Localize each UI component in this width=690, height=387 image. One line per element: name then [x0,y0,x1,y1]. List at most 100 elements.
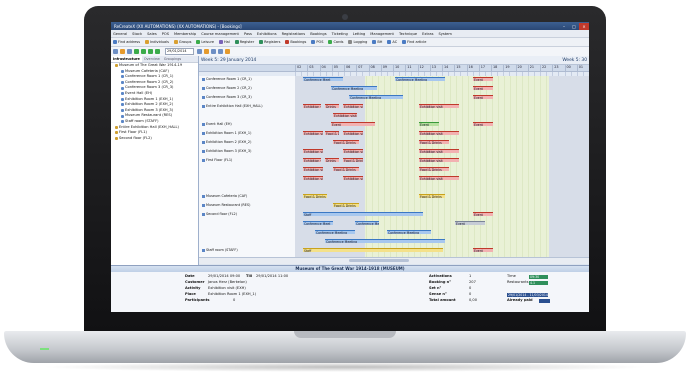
booking-bar[interactable]: Exhibition visit [343,176,363,180]
booking-bar[interactable]: Event [419,122,439,126]
menu-sales[interactable]: Sales [147,32,157,36]
booking-bar[interactable]: Conference Meeting [331,86,377,90]
resource-row[interactable] [199,175,295,181]
menu-system[interactable]: System [438,32,451,36]
booking-bar[interactable]: Exhibition visit [303,167,323,171]
booking-bar[interactable]: Conference Meet [303,77,343,81]
first-arrow-icon[interactable] [134,49,139,54]
booking-bar[interactable]: Conference Meeting [349,95,403,99]
menu-ticketing[interactable]: Ticketing [332,32,348,36]
menu-general[interactable]: General [113,32,127,36]
booking-bar[interactable]: Event [473,95,493,99]
pos-button[interactable]: POS [311,40,323,44]
resource-row[interactable]: First Floor (FL1) [199,157,295,163]
date-field[interactable]: 29/01/2014 [165,48,194,55]
find-article-button[interactable]: Find article [402,40,426,44]
register-button[interactable]: Register [234,40,254,44]
menu-exhibitions[interactable]: Exhibitions [257,32,277,36]
booking-bar[interactable]: Exhibition visit [333,113,357,117]
booking-bar[interactable]: Event [473,77,493,81]
booking-bar[interactable]: Exhibition visit [343,131,363,135]
booking-bar[interactable]: Exhibition visit [343,149,363,153]
booking-bar[interactable]: Exhibition visit [419,104,459,108]
menu-stock[interactable]: Stock [132,32,142,36]
bh-button[interactable]: BH [372,40,382,44]
registers-button[interactable]: Registers [259,40,280,44]
minimize-button[interactable]: – [559,23,569,30]
save-icon[interactable] [113,49,118,54]
close-button[interactable]: × [579,22,589,30]
last-arrow-icon[interactable] [155,49,160,54]
filter-icon[interactable] [204,49,209,54]
resource-row[interactable] [199,166,295,172]
menu-membership[interactable]: Membership [174,32,196,36]
booking-bar[interactable]: Food & Drinks [325,131,339,135]
menu-pos[interactable]: POS [162,32,169,36]
resource-row[interactable]: Conference Room 3 (CR_3) [199,94,295,100]
menu-pass[interactable]: Pass [244,32,252,36]
bookings-button[interactable]: Bookings [285,40,306,44]
booking-bar[interactable]: Event [473,212,493,216]
menu-management[interactable]: Management [370,32,394,36]
booking-bar[interactable]: Event [331,122,375,126]
menu-registrations[interactable]: Registrations [282,32,306,36]
tree-item[interactable]: Second floor (FL2) [111,136,198,142]
booking-bar[interactable]: Food & Drinks [419,140,449,144]
prev-arrow-icon[interactable] [141,49,146,54]
individuals-button[interactable]: Individuals [145,40,169,44]
menu-bookings[interactable]: Bookings [310,32,326,36]
resource-row[interactable]: Event Hall (EH) [199,121,295,127]
booking-bar[interactable]: Exhibition visit [419,158,459,162]
booking-bar[interactable]: Food & Drinks [303,194,327,198]
booking-bar[interactable]: Exhibition visit [343,104,363,108]
booking-bar[interactable]: Event [473,86,493,90]
booking-bar[interactable]: Exhibition visit [419,176,459,180]
next-arrow-icon[interactable] [148,49,153,54]
horizontal-scrollbar[interactable] [199,257,589,264]
menu-technique[interactable]: Technique [399,32,417,36]
zoom-icon[interactable] [197,49,202,54]
booking-bar[interactable]: Drinks [325,104,339,108]
ac-button[interactable]: AC [387,40,397,44]
planning-cells[interactable]: Conference Meet Conference Meeting Event Co… [295,76,589,257]
booking-bar[interactable]: Food & Drinks [333,203,359,207]
resource-row[interactable]: Staff room (STAFF) [199,247,295,253]
booking-bar[interactable]: Conference Meet [303,221,333,225]
booking-bar[interactable]: Food & Drinks [343,158,363,162]
booking-bar[interactable]: Staff [303,212,423,216]
booking-bar[interactable]: Exhibition visit [419,149,459,153]
menu-course-management[interactable]: Course management [201,32,239,36]
booking-bar[interactable]: Event [455,221,485,225]
scroll-thumb[interactable] [349,259,409,262]
resource-row[interactable] [199,238,295,244]
find-address-button[interactable]: Find address [113,40,140,44]
resource-row[interactable]: Second floor (FL2) [199,211,295,217]
calendar-icon[interactable] [127,49,132,54]
print-icon[interactable] [211,49,216,54]
booking-bar[interactable]: Exhibition visit [303,149,323,153]
leisure-button[interactable]: Leisure [196,40,214,44]
booking-bar[interactable]: Conference Meeting [387,230,431,234]
refresh-icon[interactable] [120,49,125,54]
resource-row[interactable]: Museum Restaurant (RES) [199,202,295,208]
booking-bar[interactable]: Drinks [325,158,339,162]
booking-bar[interactable]: Staff [303,248,443,252]
menu-letting[interactable]: Letting [353,32,366,36]
star-icon[interactable] [225,49,230,54]
resource-row[interactable]: Exhibition Room 3 (EXH_3) [199,148,295,154]
booking-bar[interactable]: Exhibition visit [303,158,321,162]
resource-row[interactable]: Exhibition Room 1 (EXH_1) [199,130,295,136]
resource-row[interactable] [199,184,295,190]
resource-row[interactable] [199,220,295,226]
booking-bar[interactable]: Conference Meeting [395,77,445,81]
hal-button[interactable]: Hal [218,40,230,44]
booking-bar[interactable]: Exhibition visit [303,104,321,108]
booking-bar[interactable]: Food & Drinks [333,167,359,171]
booking-bar[interactable]: Event [473,122,493,126]
cards-button[interactable]: Cards [328,40,343,44]
menu-extras[interactable]: Extras [422,32,433,36]
tab-overview[interactable]: Overview [142,56,162,62]
booking-bar[interactable]: Exhibition visit [303,131,323,135]
resource-row[interactable]: Entire Exhibition Hall (EXH_HALL) [199,103,295,109]
logging-button[interactable]: Logging [348,40,367,44]
